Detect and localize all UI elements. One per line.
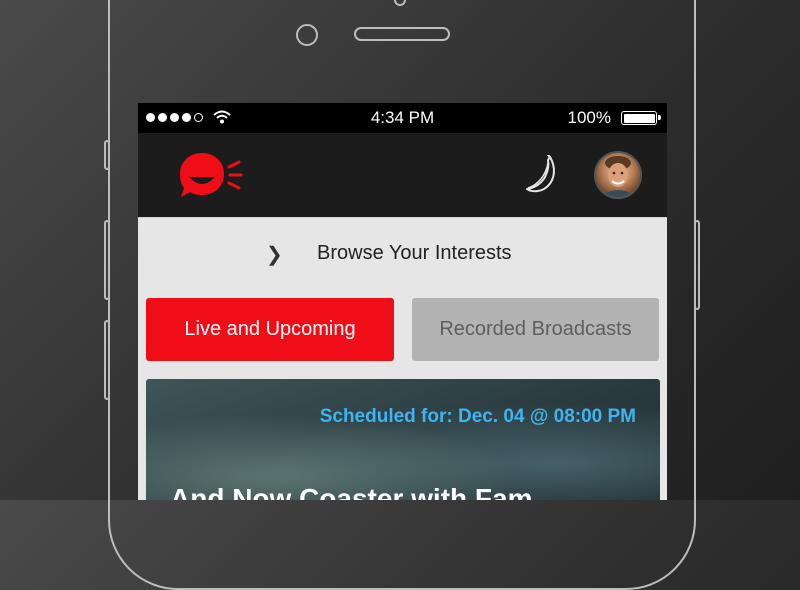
phone-volume-up-button [104, 220, 110, 300]
browse-interests-row[interactable]: ❯ Browse Your Interests [138, 217, 667, 292]
battery-percentage: 100% [567, 108, 611, 127]
battery-icon [621, 111, 661, 125]
banana-icon[interactable] [524, 155, 560, 195]
user-avatar[interactable] [594, 151, 642, 199]
browse-interests-label: Browse Your Interests [317, 242, 512, 264]
broadcast-schedule: Scheduled for: Dec. 04 @ 08:00 PM [319, 406, 636, 427]
broadcast-card[interactable]: Scheduled for: Dec. 04 @ 08:00 PM And No… [146, 379, 660, 500]
status-bar: 4:34 PM 100% [138, 103, 667, 133]
phone-speaker [354, 27, 450, 41]
speech-bubble-logo-icon[interactable] [178, 151, 246, 199]
phone-screen: 4:34 PM 100% ❯ Browse Your Interests Liv… [138, 103, 667, 500]
phone-side-button [104, 140, 110, 170]
chevron-right-icon: ❯ [266, 244, 283, 266]
app-header [138, 133, 667, 217]
phone-volume-down-button [104, 320, 110, 400]
tab-recorded-broadcasts[interactable]: Recorded Broadcasts [412, 298, 659, 361]
phone-front-camera [296, 24, 318, 46]
broadcast-title: And Now Coaster with Fam [170, 483, 533, 500]
phone-power-button [694, 220, 700, 310]
tab-live-and-upcoming[interactable]: Live and Upcoming [146, 298, 394, 361]
